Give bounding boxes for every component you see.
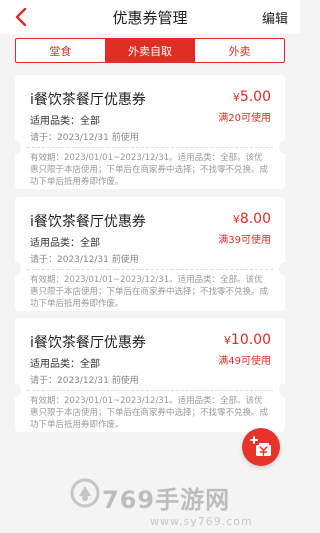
coupon-deadline: 请于：2023/12/31 前使用: [30, 133, 139, 143]
coupon-condition: 满49可使用: [218, 356, 271, 367]
add-coupon-button[interactable]: [242, 428, 280, 466]
watermark-text: 769手游网: [102, 486, 231, 514]
coupon-deadline: 请于：2023/12/31 前使用: [30, 376, 139, 386]
coupon-amount: ¥8.00: [233, 211, 271, 227]
coupon-amount: ¥5.00: [233, 89, 271, 105]
coupon-condition: 满39可使用: [218, 235, 271, 246]
watermark-url: www.sy769.com: [150, 515, 253, 528]
coupon-deadline: 请于：2023/12/31 前使用: [30, 255, 139, 265]
tab-dine-in[interactable]: 堂食: [16, 39, 105, 62]
page-title: 优惠券管理: [112, 9, 188, 27]
edit-button[interactable]: 编辑: [262, 8, 288, 27]
amount-value: 10.00: [230, 332, 271, 348]
coupon-name: i餐饮茶餐厅优惠券: [30, 335, 146, 351]
coupon-amount: ¥10.00: [224, 332, 271, 348]
dashed-divider: [27, 147, 273, 148]
amount-value: 5.00: [239, 89, 271, 105]
currency-symbol: ¥: [223, 334, 231, 347]
coupon-name: i餐饮茶餐厅优惠券: [30, 92, 146, 108]
coupon-description: 有效期：2023/01/01~2023/12/31。适用品类：全部。该优惠只限于…: [30, 396, 269, 430]
dashed-divider: [27, 269, 273, 270]
ticket-notch: [279, 383, 291, 397]
coupon-card[interactable]: i餐饮茶餐厅优惠券 适用品类：全部 请于：2023/12/31 前使用 ¥5.0…: [9, 75, 291, 189]
coupon-description: 有效期：2023/01/01~2023/12/31。适用品类：全部。该优惠只限于…: [30, 275, 269, 309]
add-coupon-icon: [250, 436, 271, 456]
tab-delivery[interactable]: 外卖: [194, 39, 284, 62]
ticket-notch: [9, 262, 21, 276]
site-watermark: 769手游网 www.sy769.com: [0, 470, 300, 533]
coupon-condition: 满20可使用: [218, 113, 271, 124]
coupon-category: 适用品类：全部: [30, 116, 100, 127]
coupon-category: 适用品类：全部: [30, 238, 100, 249]
top-bar: 优惠券管理 编辑: [0, 0, 300, 34]
ticket-notch: [279, 262, 291, 276]
coupon-category: 适用品类：全部: [30, 359, 100, 370]
ticket-notch: [279, 140, 291, 154]
ticket-notch: [9, 140, 21, 154]
amount-value: 8.00: [239, 211, 271, 227]
tab-takeout-pickup[interactable]: 外卖自取: [104, 39, 195, 62]
order-type-tabs: 堂食 外卖自取 外卖: [15, 38, 285, 63]
coupon-card[interactable]: i餐饮茶餐厅优惠券 适用品类：全部 请于：2023/12/31 前使用 ¥8.0…: [9, 197, 291, 311]
dashed-divider: [27, 390, 273, 391]
watermark-logo-icon: [70, 478, 100, 508]
coupon-description: 有效期：2023/01/01~2023/12/31。适用品类：全部。该优惠只限于…: [30, 153, 269, 187]
currency-symbol: ¥: [232, 213, 240, 226]
ticket-notch: [9, 383, 21, 397]
currency-symbol: ¥: [232, 91, 240, 104]
coupon-name: i餐饮茶餐厅优惠券: [30, 214, 146, 230]
coupon-card[interactable]: i餐饮茶餐厅优惠券 适用品类：全部 请于：2023/12/31 前使用 ¥10.…: [9, 318, 291, 432]
